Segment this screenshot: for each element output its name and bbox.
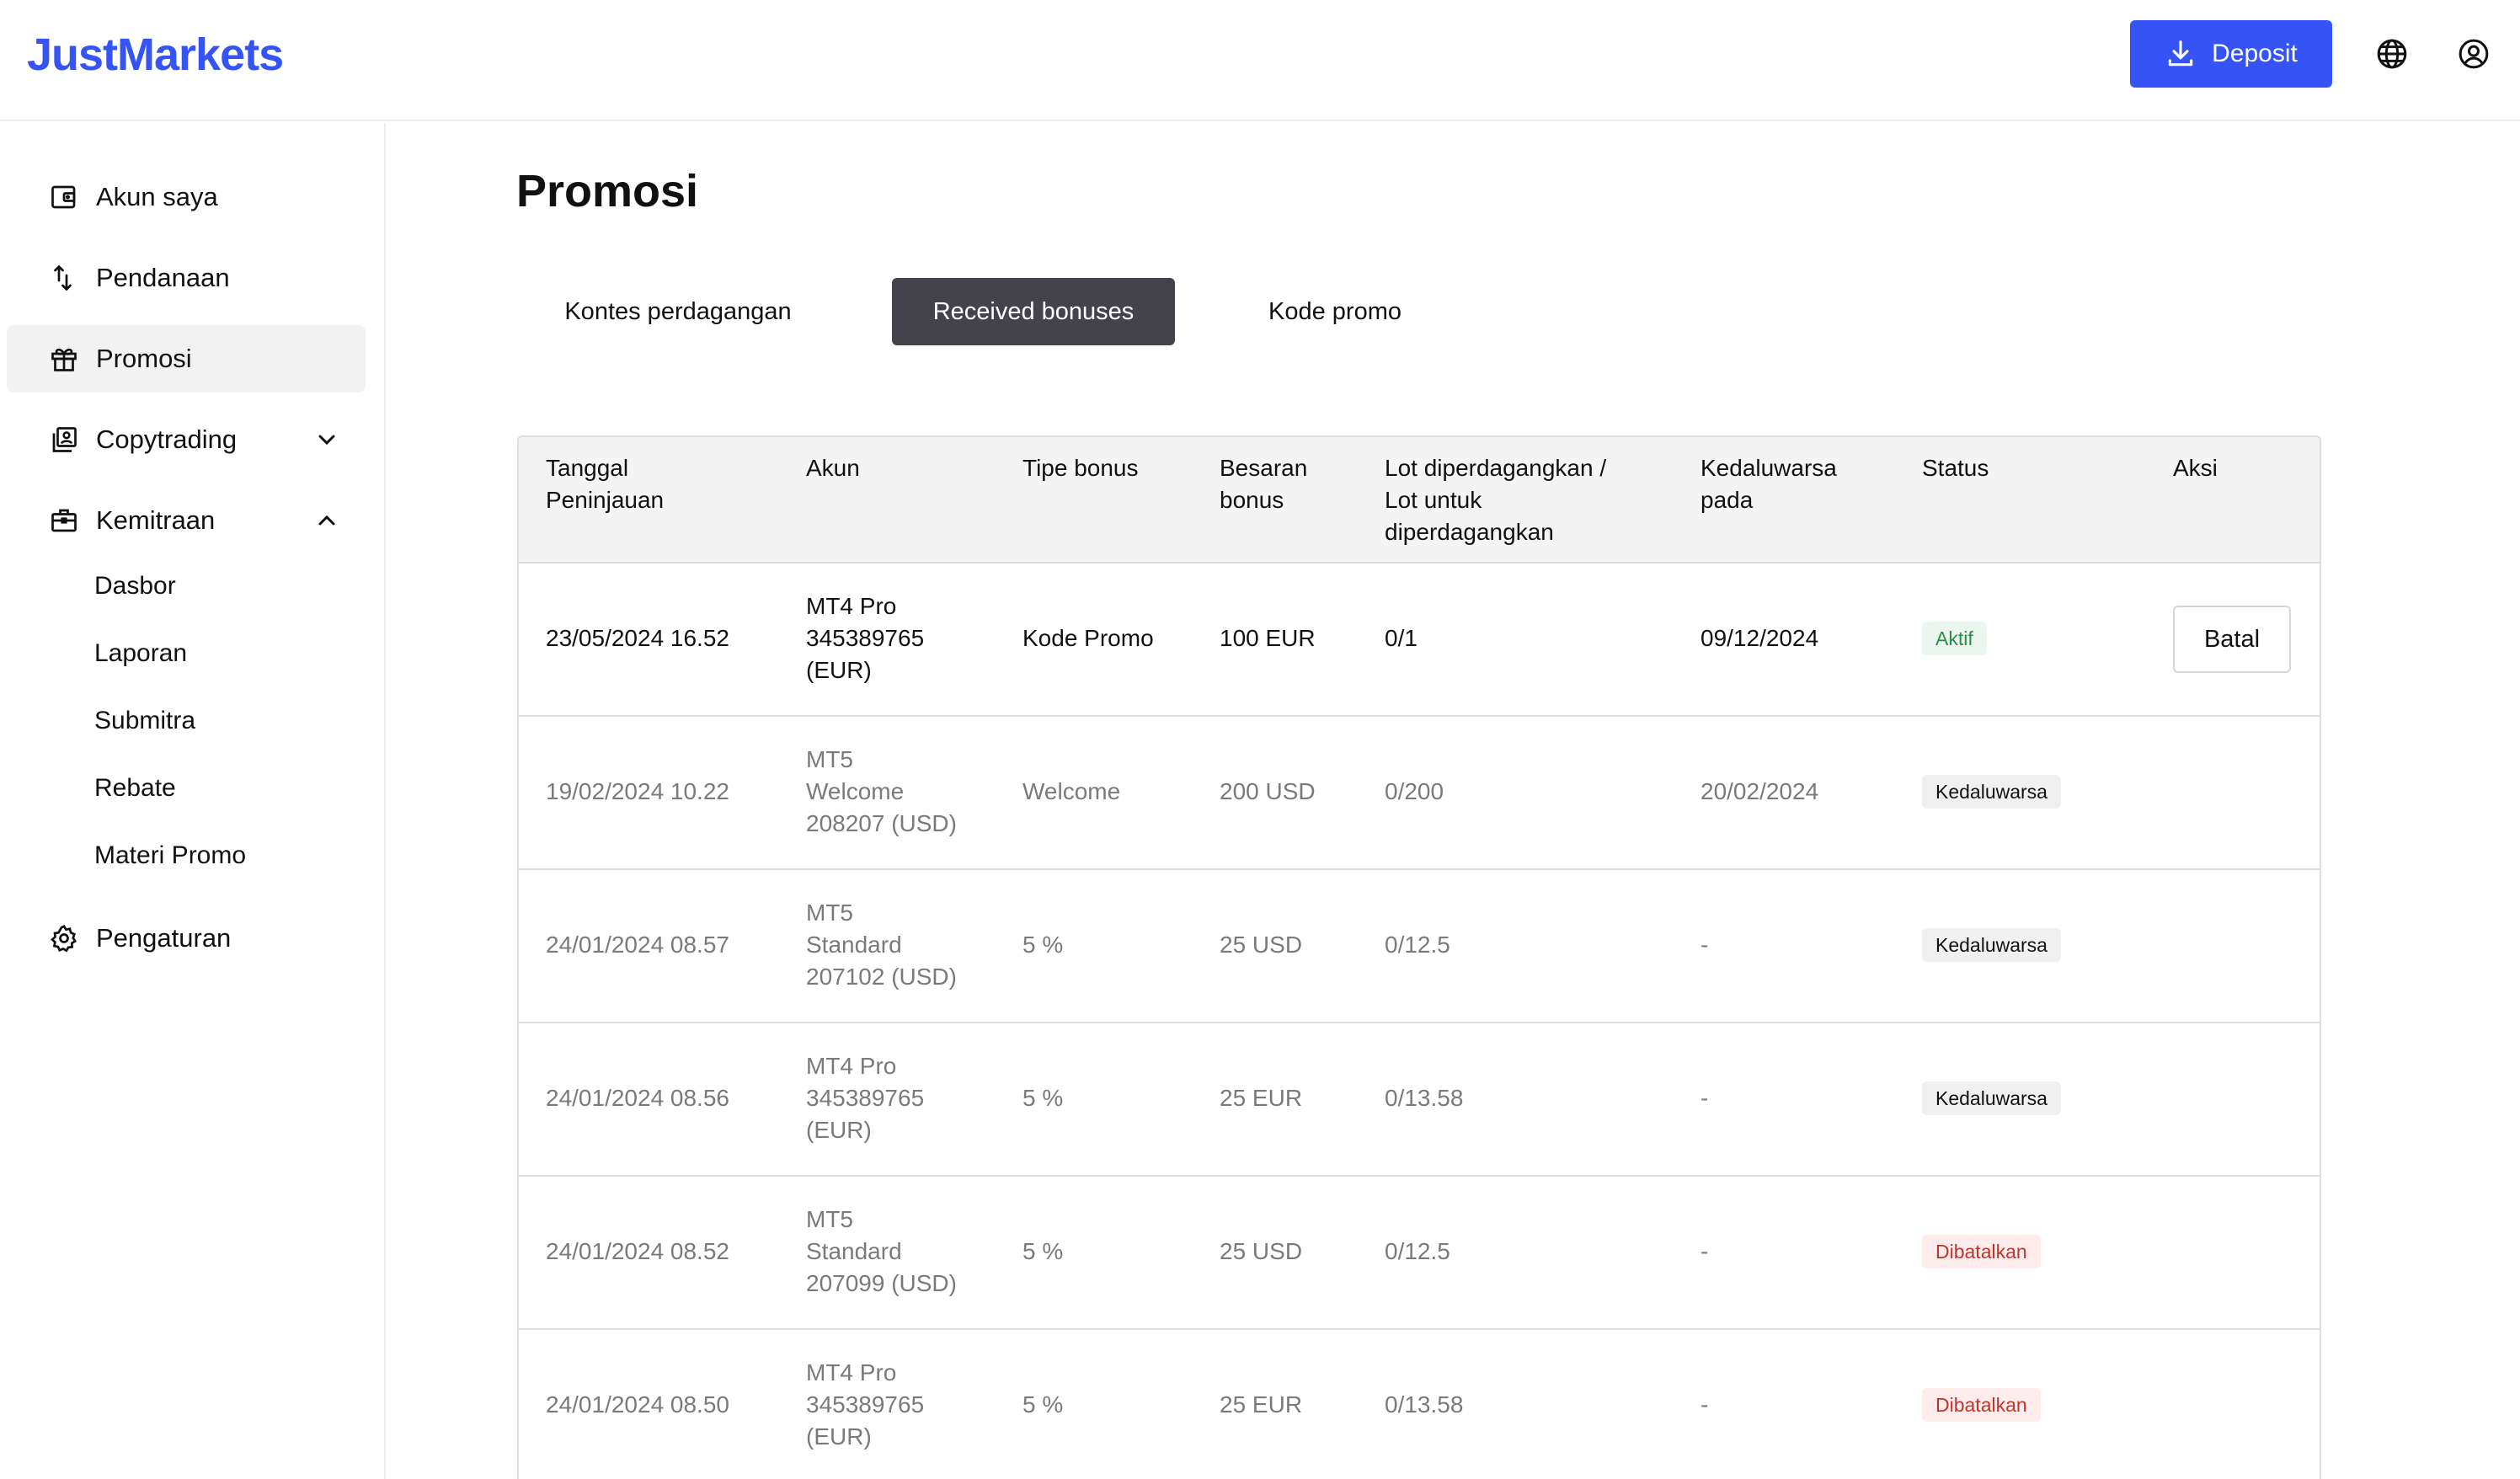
cell-date: 23/05/2024 16.52: [546, 625, 729, 651]
cell-amount: 25 USD: [1220, 932, 1303, 958]
cell-expires: -: [1700, 1391, 1709, 1418]
top-header: JustMarkets Deposit: [0, 0, 2520, 121]
cell-type: Kode Promo: [1022, 625, 1154, 651]
sidebar-item-pengaturan[interactable]: Pengaturan: [7, 905, 366, 972]
sidebar-subitem-materi-promo[interactable]: Materi Promo: [94, 841, 246, 870]
col-header-lots: Lot diperdagangkan / Lot untuk diperdaga…: [1385, 455, 1607, 545]
cancel-bonus-button[interactable]: Batal: [2173, 606, 2291, 673]
cell-amount: 25 EUR: [1220, 1085, 1303, 1111]
briefcase-icon: [49, 505, 79, 536]
gift-icon: [49, 344, 79, 374]
cell-account: MT4 Pro 345389765 (EUR): [806, 1053, 925, 1143]
sidebar: Akun saya Pendanaan Promosi Copytrading …: [0, 123, 386, 1479]
cell-lots: 0/12.5: [1385, 932, 1450, 958]
sidebar-subitem-laporan[interactable]: Laporan: [94, 639, 187, 668]
status-badge: Kedaluwarsa: [1922, 1081, 2061, 1115]
col-header-account: Akun: [806, 455, 860, 481]
table-row: 19/02/2024 10.22 MT5 Welcome 208207 (USD…: [519, 717, 2320, 870]
cell-expires: -: [1700, 1085, 1709, 1111]
cell-lots: 0/13.58: [1385, 1391, 1464, 1418]
sidebar-subitem-submitra[interactable]: Submitra: [94, 707, 195, 735]
cell-date: 24/01/2024 08.52: [546, 1238, 729, 1264]
globe-icon[interactable]: [2375, 37, 2409, 71]
cell-lots: 0/1: [1385, 625, 1418, 651]
sidebar-item-label: Promosi: [96, 344, 192, 373]
sidebar-item-label: Akun saya: [96, 182, 218, 211]
col-header-expires: Kedaluwarsa pada: [1700, 455, 1837, 513]
deposit-button[interactable]: Deposit: [2130, 20, 2332, 88]
table-row: 24/01/2024 08.56 MT4 Pro 345389765 (EUR)…: [519, 1023, 2320, 1177]
table-row: 24/01/2024 08.57 MT5 Standard 207102 (US…: [519, 870, 2320, 1023]
sidebar-item-akun-saya[interactable]: Akun saya: [7, 163, 366, 231]
tab-kontes-perdagangan[interactable]: Kontes perdagangan: [531, 278, 825, 345]
status-badge: Aktif: [1922, 622, 1987, 655]
col-header-status: Status: [1922, 455, 1989, 481]
cell-type: Welcome: [1022, 778, 1121, 804]
sidebar-item-label: Kemitraan: [96, 505, 216, 535]
wallet-icon: [49, 182, 79, 212]
col-header-date: Tanggal Peninjauan: [546, 455, 665, 513]
table-row: 24/01/2024 08.52 MT5 Standard 207099 (US…: [519, 1177, 2320, 1330]
cell-date: 24/01/2024 08.57: [546, 932, 729, 958]
status-badge: Dibatalkan: [1922, 1388, 2041, 1422]
cell-amount: 25 EUR: [1220, 1391, 1303, 1418]
cell-expires: 09/12/2024: [1700, 625, 1819, 651]
sidebar-item-copytrading[interactable]: Copytrading: [7, 406, 366, 473]
table-row: 24/01/2024 08.50 MT4 Pro 345389765 (EUR)…: [519, 1330, 2320, 1479]
cell-type: 5 %: [1022, 1238, 1064, 1264]
cell-type: 5 %: [1022, 932, 1064, 958]
sidebar-subitem-dasbor[interactable]: Dasbor: [94, 572, 176, 601]
cell-expires: 20/02/2024: [1700, 778, 1819, 804]
cell-expires: -: [1700, 932, 1709, 958]
status-badge: Dibatalkan: [1922, 1235, 2041, 1268]
cell-type: 5 %: [1022, 1085, 1064, 1111]
cell-amount: 25 USD: [1220, 1238, 1303, 1264]
sidebar-item-kemitraan[interactable]: Kemitraan: [7, 487, 366, 554]
cell-lots: 0/13.58: [1385, 1085, 1464, 1111]
table-row: 23/05/2024 16.52 MT4 Pro 345389765 (EUR)…: [519, 563, 2320, 717]
sidebar-item-promosi[interactable]: Promosi: [7, 325, 366, 392]
copy-portrait-icon: [49, 424, 79, 455]
status-badge: Kedaluwarsa: [1922, 928, 2061, 962]
chevron-down-icon[interactable]: [313, 426, 340, 453]
sidebar-item-label: Copytrading: [96, 424, 238, 454]
cell-date: 24/01/2024 08.50: [546, 1391, 729, 1418]
cell-account: MT5 Standard 207102 (USD): [806, 900, 957, 990]
user-circle-icon[interactable]: [2457, 37, 2491, 71]
status-badge: Kedaluwarsa: [1922, 775, 2061, 809]
page-title: Promosi: [516, 166, 699, 216]
bonuses-table: Tanggal Peninjauan Akun Tipe bonus Besar…: [517, 435, 2321, 1479]
download-icon: [2168, 40, 2193, 67]
cell-type: 5 %: [1022, 1391, 1064, 1418]
col-header-amount: Besaran bonus: [1220, 455, 1308, 513]
cell-date: 19/02/2024 10.22: [546, 778, 729, 804]
gear-icon: [49, 923, 79, 953]
sidebar-item-label: Pendanaan: [96, 263, 230, 292]
cell-account: MT5 Standard 207099 (USD): [806, 1206, 957, 1296]
sidebar-item-label: Pengaturan: [96, 923, 232, 953]
logo[interactable]: JustMarkets: [27, 29, 284, 81]
cell-account: MT5 Welcome 208207 (USD): [806, 746, 957, 836]
cell-amount: 100 EUR: [1220, 625, 1316, 651]
transfer-arrows-icon: [49, 263, 79, 293]
deposit-label: Deposit: [2212, 40, 2298, 67]
cell-amount: 200 USD: [1220, 778, 1316, 804]
cell-account: MT4 Pro 345389765 (EUR): [806, 593, 925, 683]
tab-received-bonuses[interactable]: Received bonuses: [892, 278, 1175, 345]
tab-kode-promo[interactable]: Kode promo: [1238, 278, 1432, 345]
sidebar-subitem-rebate[interactable]: Rebate: [94, 774, 176, 803]
cell-date: 24/01/2024 08.56: [546, 1085, 729, 1111]
sidebar-item-pendanaan[interactable]: Pendanaan: [7, 244, 366, 312]
col-header-type: Tipe bonus: [1022, 455, 1139, 481]
col-header-action: Aksi: [2173, 455, 2218, 481]
cell-account: MT4 Pro 345389765 (EUR): [806, 1359, 925, 1450]
table-header: Tanggal Peninjauan Akun Tipe bonus Besar…: [519, 437, 2320, 563]
chevron-up-icon[interactable]: [313, 507, 340, 534]
cell-expires: -: [1700, 1238, 1709, 1264]
cell-lots: 0/12.5: [1385, 1238, 1450, 1264]
cell-lots: 0/200: [1385, 778, 1444, 804]
